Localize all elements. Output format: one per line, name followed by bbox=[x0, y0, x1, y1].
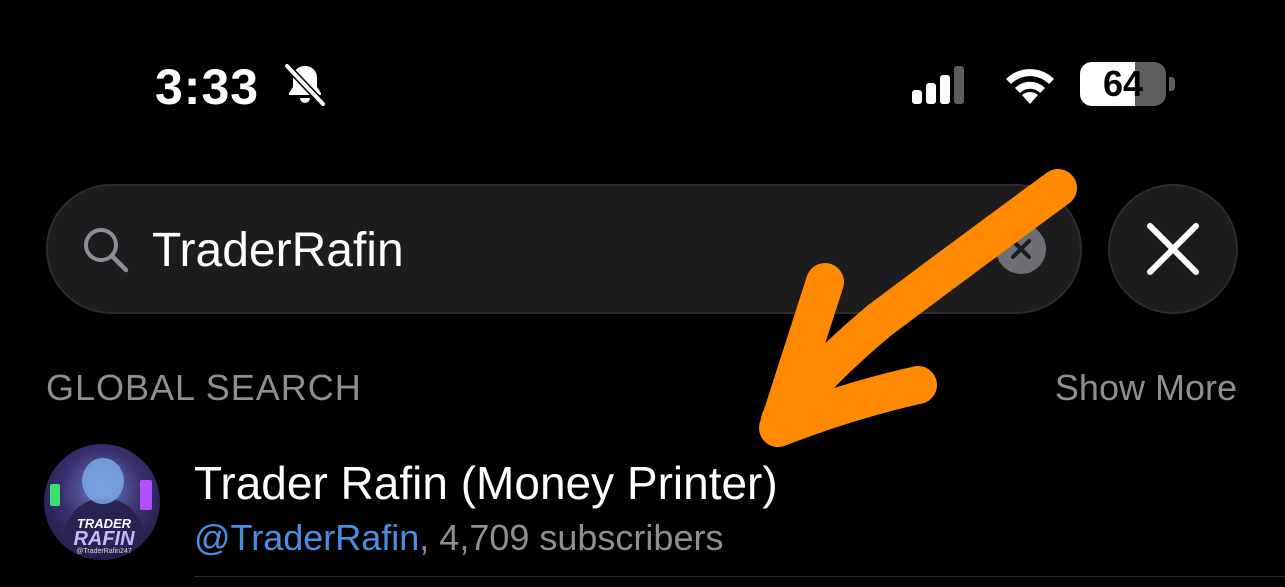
result-subtitle: @TraderRafin, 4,709 subscribers bbox=[194, 516, 723, 560]
signal-icon bbox=[912, 66, 964, 104]
show-more-link[interactable]: Show More bbox=[1055, 366, 1237, 410]
result-separator: , bbox=[419, 517, 440, 558]
result-title[interactable]: Trader Rafin (Money Printer) bbox=[194, 456, 778, 510]
avatar[interactable]: TRADER RAFIN @TraderRafin247 bbox=[44, 444, 160, 560]
clear-icon bbox=[1011, 239, 1031, 259]
result-subscribers: 4,709 subscribers bbox=[439, 517, 724, 558]
clear-button[interactable] bbox=[996, 224, 1046, 274]
divider bbox=[194, 576, 1285, 577]
search-input[interactable] bbox=[152, 218, 972, 282]
result-username[interactable]: @TraderRafin bbox=[194, 517, 419, 558]
close-icon bbox=[1147, 223, 1199, 275]
avatar-text-line3: @TraderRafin247 bbox=[76, 548, 132, 555]
wifi-icon bbox=[1006, 69, 1054, 104]
section-title: GLOBAL SEARCH bbox=[46, 367, 362, 408]
battery-icon: 64 bbox=[1080, 62, 1178, 106]
bell-slash-icon bbox=[284, 63, 326, 107]
close-button[interactable] bbox=[1108, 184, 1238, 314]
status-time: 3:33 bbox=[155, 59, 260, 115]
search-icon bbox=[84, 228, 129, 273]
battery-level: 64 bbox=[1102, 63, 1144, 104]
